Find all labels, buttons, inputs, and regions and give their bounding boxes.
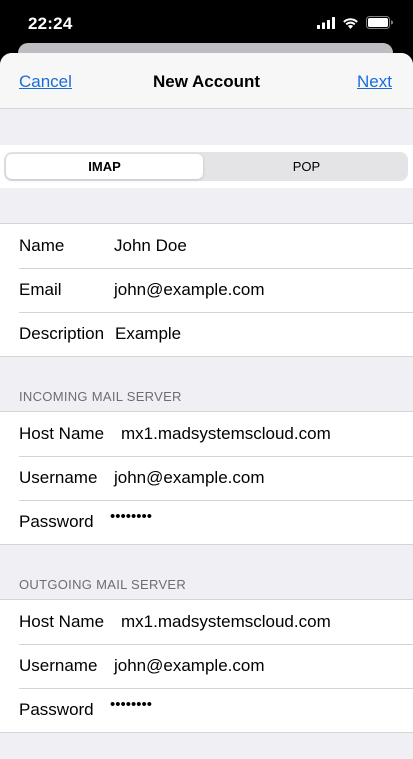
incoming-host-label: Host Name bbox=[19, 424, 105, 443]
incoming-username-row[interactable]: Username john@example.com bbox=[0, 456, 413, 500]
segment-pop[interactable]: POP bbox=[208, 154, 405, 179]
outgoing-server-group: Host Name mx1.madsystemscloud.com Userna… bbox=[0, 599, 413, 733]
incoming-password-row[interactable]: Password •••••••• bbox=[0, 500, 413, 544]
outgoing-section-header: OUTGOING MAIL SERVER bbox=[19, 577, 187, 592]
incoming-section-header: INCOMING MAIL SERVER bbox=[19, 389, 182, 404]
email-row[interactable]: Email john@example.com bbox=[0, 268, 413, 312]
status-bar: 22:24 bbox=[0, 0, 413, 46]
outgoing-password-row[interactable]: Password •••••••• bbox=[0, 688, 413, 732]
new-account-sheet: Cancel New Account Next IMAP POP Name Jo… bbox=[0, 53, 413, 759]
incoming-password-field[interactable]: •••••••• bbox=[110, 508, 152, 525]
page-title: New Account bbox=[152, 72, 261, 91]
email-field[interactable]: john@example.com bbox=[114, 280, 265, 300]
account-type-segmented-control: IMAP POP bbox=[4, 152, 408, 181]
segment-imap[interactable]: IMAP bbox=[6, 154, 203, 179]
next-button[interactable]: Next bbox=[357, 72, 392, 92]
incoming-username-label: Username bbox=[19, 468, 98, 487]
description-field[interactable]: Example bbox=[115, 324, 181, 344]
outgoing-username-label: Username bbox=[19, 656, 98, 675]
outgoing-host-field[interactable]: mx1.madsystemscloud.com bbox=[121, 612, 331, 632]
email-label: Email bbox=[19, 280, 62, 299]
description-row[interactable]: Description Example bbox=[0, 312, 413, 356]
incoming-username-field[interactable]: john@example.com bbox=[114, 468, 265, 488]
name-label: Name bbox=[19, 236, 65, 255]
outgoing-password-field[interactable]: •••••••• bbox=[110, 696, 152, 713]
name-field[interactable]: John Doe bbox=[114, 236, 187, 256]
status-time: 22:24 bbox=[28, 14, 73, 33]
cellular-signal-icon bbox=[317, 16, 335, 29]
description-label: Description bbox=[19, 324, 105, 343]
navigation-bar: Cancel New Account Next bbox=[0, 53, 413, 109]
incoming-password-label: Password bbox=[19, 512, 94, 531]
incoming-host-field[interactable]: mx1.madsystemscloud.com bbox=[121, 424, 331, 444]
wifi-icon bbox=[343, 17, 358, 29]
battery-icon bbox=[366, 16, 393, 29]
incoming-host-row[interactable]: Host Name mx1.madsystemscloud.com bbox=[0, 412, 413, 456]
account-info-group: Name John Doe Email john@example.com Des… bbox=[0, 223, 413, 357]
name-row[interactable]: Name John Doe bbox=[0, 224, 413, 268]
outgoing-username-row[interactable]: Username john@example.com bbox=[0, 644, 413, 688]
incoming-server-group: Host Name mx1.madsystemscloud.com Userna… bbox=[0, 411, 413, 545]
outgoing-password-label: Password bbox=[19, 700, 94, 719]
outgoing-username-field[interactable]: john@example.com bbox=[114, 656, 265, 676]
outgoing-host-label: Host Name bbox=[19, 612, 105, 631]
account-type-section: IMAP POP bbox=[0, 145, 413, 188]
outgoing-host-row[interactable]: Host Name mx1.madsystemscloud.com bbox=[0, 600, 413, 644]
status-icons bbox=[317, 16, 393, 29]
